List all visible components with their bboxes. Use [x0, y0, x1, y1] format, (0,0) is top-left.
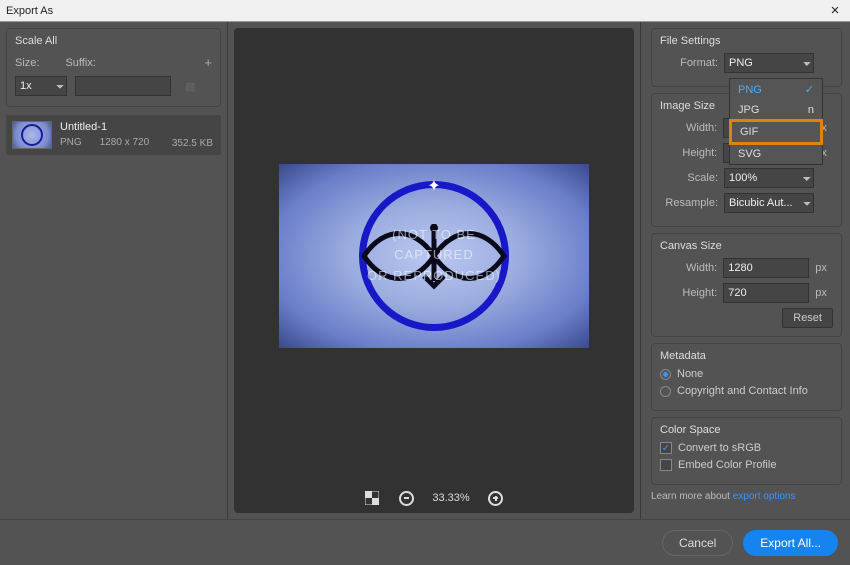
reset-button[interactable]: Reset — [782, 308, 833, 328]
preview-toolbar: 33.33% — [234, 483, 634, 513]
titlebar: Export As × — [0, 0, 850, 22]
check-icon: ✓ — [805, 83, 814, 96]
asset-filesize: 352.5 KB — [172, 138, 213, 149]
footer: Cancel Export All... — [0, 519, 850, 565]
format-option-gif[interactable]: GIF — [729, 119, 823, 145]
size-select[interactable]: 1x — [15, 76, 67, 96]
canvas-height-unit: px — [815, 287, 833, 299]
color-space-section: Color Space ✓ Convert to sRGB Embed Colo… — [651, 417, 842, 485]
embed-profile-checkbox[interactable]: Embed Color Profile — [660, 459, 833, 471]
zoom-in-icon[interactable] — [488, 490, 504, 506]
asset-dims: 1280 x 720 — [100, 137, 150, 148]
format-option-jpg[interactable]: JPGn — [730, 100, 822, 120]
resample-select[interactable]: Bicubic Aut... — [724, 193, 814, 213]
learn-more: Learn more about export options — [651, 491, 842, 502]
metadata-heading: Metadata — [660, 350, 833, 362]
checker-icon[interactable] — [364, 490, 380, 506]
canvas-height-input[interactable] — [723, 283, 809, 303]
format-select[interactable]: PNG — [724, 53, 814, 73]
format-label: Format: — [660, 57, 718, 69]
resample-label: Resample: — [660, 197, 718, 209]
add-size-icon[interactable]: + — [204, 55, 212, 70]
color-space-heading: Color Space — [660, 424, 833, 436]
size-label: Size: — [15, 57, 39, 69]
checkbox-icon — [660, 459, 672, 471]
left-panel: Scale All Size: Suffix: + 1x ▦ Untitled-… — [0, 22, 228, 519]
preview-ornament — [354, 216, 514, 296]
metadata-none-radio[interactable]: None — [660, 368, 833, 380]
scale-select[interactable]: 100% — [724, 168, 814, 188]
asset-name: Untitled-1 — [60, 121, 215, 133]
metadata-ccinfo-radio[interactable]: Copyright and Contact Info — [660, 385, 833, 397]
asset-row[interactable]: Untitled-1 PNG 1280 x 720 352.5 KB — [6, 115, 221, 155]
format-option-png[interactable]: PNG✓ — [730, 79, 822, 100]
preview-image: ✦ (NOT TO BE CAPTURED OR REPRODUCED) — [279, 164, 589, 348]
canvas-height-label: Height: — [660, 287, 717, 299]
learn-link[interactable]: export options — [733, 491, 796, 502]
file-settings-heading: File Settings — [660, 35, 833, 47]
asset-thumbnail — [12, 121, 52, 149]
main-panels: Scale All Size: Suffix: + 1x ▦ Untitled-… — [0, 22, 850, 519]
asset-format: PNG — [60, 137, 82, 148]
radio-icon — [660, 386, 671, 397]
format-dropdown[interactable]: PNG✓ JPGn GIF SVG — [729, 78, 823, 165]
scale-all-heading: Scale All — [15, 35, 212, 47]
trash-icon[interactable]: ▦ — [185, 80, 195, 93]
canvas-width-input[interactable] — [723, 258, 809, 278]
jpg-trailing: n — [808, 104, 814, 116]
center-panel: ✦ (NOT TO BE CAPTURED OR REPRODUCED) — [234, 28, 634, 513]
height-label: Height: — [660, 147, 717, 159]
width-label: Width: — [660, 122, 717, 134]
zoom-out-icon[interactable] — [398, 490, 414, 506]
close-icon[interactable]: × — [826, 3, 844, 18]
scale-label: Scale: — [660, 172, 718, 184]
metadata-section: Metadata None Copyright and Contact Info — [651, 343, 842, 411]
cancel-button[interactable]: Cancel — [662, 530, 733, 556]
convert-srgb-checkbox[interactable]: ✓ Convert to sRGB — [660, 442, 833, 454]
zoom-percent[interactable]: 33.33% — [432, 492, 469, 504]
star-icon: ✦ — [427, 176, 440, 196]
canvas-size-section: Canvas Size Width: px Height: px Reset — [651, 233, 842, 337]
canvas-width-label: Width: — [660, 262, 717, 274]
checkbox-icon: ✓ — [660, 442, 672, 454]
scale-all-section: Scale All Size: Suffix: + 1x ▦ — [6, 28, 221, 107]
suffix-label: Suffix: — [65, 57, 95, 69]
canvas-size-heading: Canvas Size — [660, 240, 833, 252]
window-title: Export As — [6, 5, 826, 17]
radio-icon — [660, 369, 671, 380]
canvas-width-unit: px — [815, 262, 833, 274]
right-panel: File Settings Format: PNG PNG✓ JPGn GIF … — [640, 22, 850, 519]
preview-area[interactable]: ✦ (NOT TO BE CAPTURED OR REPRODUCED) — [234, 28, 634, 483]
suffix-input[interactable] — [75, 76, 171, 96]
format-option-svg[interactable]: SVG — [730, 144, 822, 164]
export-all-button[interactable]: Export All... — [743, 530, 838, 556]
